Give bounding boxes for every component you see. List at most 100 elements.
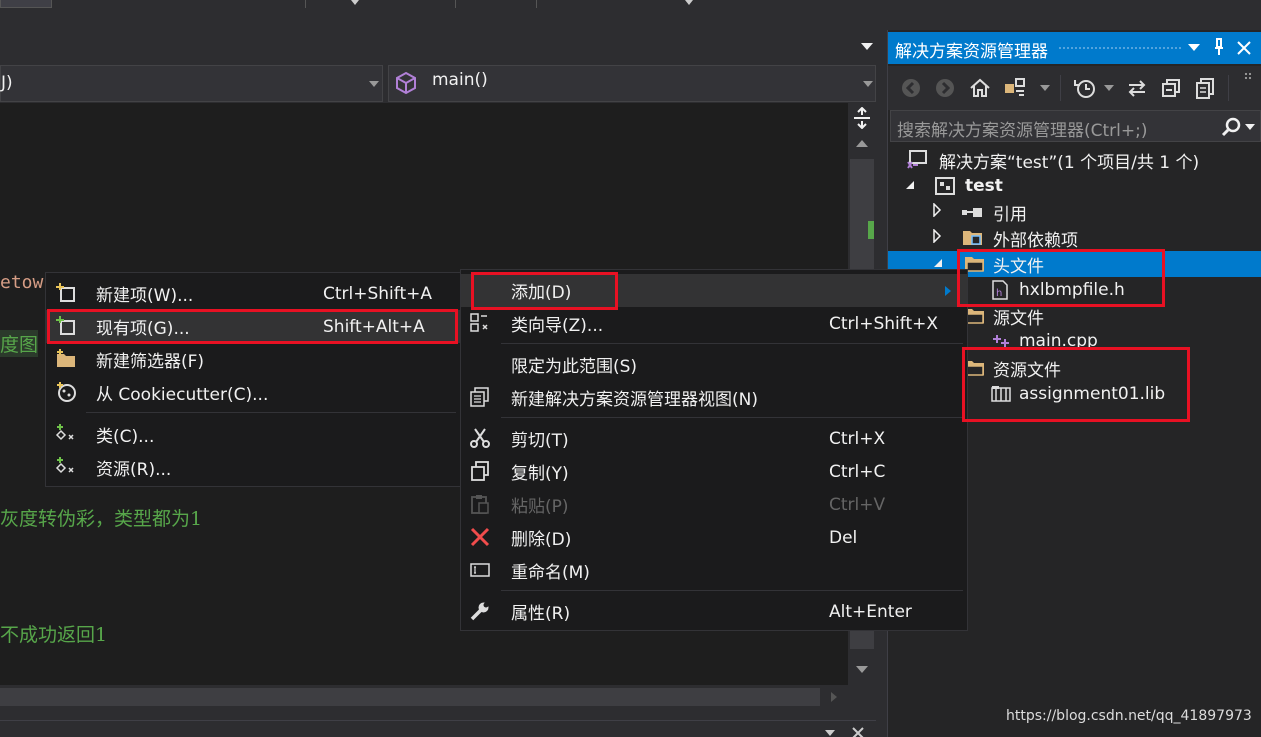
split-view-icon[interactable] [852,107,872,129]
menu-item-class[interactable]: 类(C)... [46,418,460,451]
menu-item-scope-to-this[interactable]: 限定为此范围(S) [461,348,967,381]
solution-explorer-titlebar: 解决方案资源管理器 [888,32,1261,64]
tree-item-external-deps[interactable]: 外部依赖项 [888,225,1261,251]
chevron-down-icon[interactable] [1032,75,1058,101]
tree-item-solution[interactable]: 解决方案“test”(1 个项目/共 1 个) [888,147,1261,173]
menu-item-rename[interactable]: 重命名(M) [461,554,967,587]
tree-item-label: 源文件 [993,308,1044,329]
tree-item-label: hxlbmpfile.h [1019,280,1125,300]
resource-icon [55,456,77,478]
menu-item-label: 粘贴(P) [511,497,569,517]
menu-item-existing-item[interactable]: 现有项(G)... Shift+Alt+A [46,310,460,343]
switch-views-icon[interactable] [1002,75,1028,101]
collapsed-arrow-icon[interactable] [932,229,952,249]
chevron-down-icon [369,81,379,87]
new-filter-icon [55,348,77,370]
menu-item-label: 类(C)... [96,427,155,447]
chevron-down-icon[interactable] [824,729,836,737]
menu-item-properties[interactable]: 属性(R) Alt+Enter [461,595,967,628]
scissors-icon [469,427,491,449]
member-dropdown[interactable]: main() [388,65,876,102]
method-cube-icon [394,71,418,95]
menu-item-label: 从 Cookiecutter(C)... [96,385,269,405]
menu-item-label: 添加(D) [511,283,572,303]
pending-changes-icon[interactable] [1072,75,1098,101]
tree-item-label: test [965,176,1003,196]
context-menu: 添加(D) 类向导(Z)... Ctrl+Shift+X 限定为此范围(S) 新… [460,269,968,631]
toolbar-divider [1060,75,1061,101]
menu-item-add[interactable]: 添加(D) [461,274,967,307]
scope-dropdown-text: J) [1,73,13,93]
title-grip [1058,46,1183,51]
search-icon[interactable] [1221,117,1241,137]
menu-item-label: 新建项(W)... [96,286,194,306]
menu-item-new-filter[interactable]: 新建筛选器(F) [46,343,460,376]
chevron-down-icon[interactable] [350,0,360,6]
toolbar-divider [305,0,306,8]
chevron-down-icon[interactable] [1096,75,1122,101]
tab-list-dropdown-icon[interactable] [860,42,874,52]
menu-item-paste: 粘贴(P) Ctrl+V [461,488,967,521]
scope-dropdown[interactable]: J) [0,65,383,102]
scroll-down-icon[interactable] [855,665,869,674]
menu-item-class-wizard[interactable]: 类向导(Z)... Ctrl+Shift+X [461,307,967,340]
menu-item-shortcut: Ctrl+V [829,494,886,515]
code-line: 度图 [0,330,39,357]
menu-item-label: 属性(R) [511,604,571,624]
menu-item-new-item[interactable]: 新建项(W)... Ctrl+Shift+A [46,277,460,310]
tree-item-label: 解决方案“test”(1 个项目/共 1 个) [939,152,1200,173]
solution-icon [906,150,927,170]
code-line: etow [0,272,44,293]
menu-item-new-explorer-view[interactable]: 新建解决方案资源管理器视图(N) [461,381,967,414]
scroll-right-icon[interactable] [830,691,838,703]
menu-item-copy[interactable]: 复制(Y) Ctrl+C [461,455,967,488]
menu-item-label: 现有项(G)... [96,319,190,339]
chevron-down-icon[interactable] [1245,124,1255,130]
back-icon[interactable] [898,75,924,101]
close-icon[interactable] [852,727,864,737]
menu-item-label: 限定为此范围(S) [511,357,638,377]
tree-item-label: 引用 [993,204,1027,225]
expanded-arrow-icon[interactable] [904,179,924,199]
toolbar-divider [455,0,456,8]
code-comment: 灰度转伪彩，类型都为1 [0,508,203,530]
tree-item-references[interactable]: 引用 [888,199,1261,225]
sync-icon[interactable] [1124,75,1150,101]
tree-item-label: 资源文件 [993,360,1061,381]
home-icon[interactable] [967,75,993,101]
change-marker [868,221,874,239]
code-comment: 不成功返回1 [0,624,108,646]
horizontal-scrollbar[interactable] [0,685,848,709]
scroll-up-icon[interactable] [855,139,869,148]
chevron-down-icon[interactable] [684,0,694,6]
bottom-panel-header [0,720,876,737]
toolbar-fragment[interactable] [0,0,52,8]
menu-item-resource[interactable]: 资源(R)... [46,451,460,484]
submenu-arrow-icon [945,286,951,296]
toolbar-overflow-icon[interactable] [1244,72,1252,80]
solution-explorer-toolbar [888,66,1261,110]
watermark: https://blog.csdn.net/qq_41897973 [1006,708,1252,724]
tree-item-project[interactable]: test [888,173,1261,199]
forward-icon[interactable] [932,75,958,101]
show-all-files-icon[interactable] [1192,75,1218,101]
paste-icon [469,493,491,515]
scroll-thumb[interactable] [0,688,820,706]
top-toolbar-strip [0,0,1261,30]
panel-options-icon[interactable] [1188,44,1200,52]
collapse-all-icon[interactable] [1158,75,1184,101]
menu-item-shortcut: Shift+Alt+A [323,316,425,337]
existing-item-icon [55,315,77,337]
close-icon[interactable] [1237,41,1251,55]
menu-item-cookiecutter[interactable]: 从 Cookiecutter(C)... [46,376,460,409]
cookiecutter-icon [55,381,77,403]
pin-icon[interactable] [1213,38,1225,56]
delete-icon [469,526,491,548]
menu-item-cut[interactable]: 剪切(T) Ctrl+X [461,422,967,455]
menu-item-delete[interactable]: 删除(D) Del [461,521,967,554]
menu-item-shortcut: Ctrl+X [829,428,886,449]
solution-explorer-search[interactable]: 搜索解决方案资源管理器(Ctrl+;) [890,110,1261,142]
collapsed-arrow-icon[interactable] [932,203,952,223]
external-deps-icon [962,227,982,247]
menu-item-label: 新建筛选器(F) [96,352,205,372]
